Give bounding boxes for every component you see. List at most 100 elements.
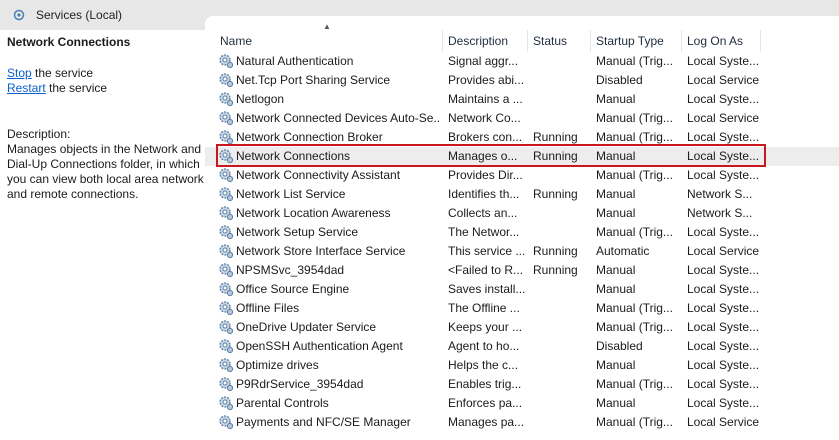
service-gear-icon [219, 301, 234, 316]
cell-name: Network Setup Service [236, 225, 359, 239]
cell-status [533, 375, 588, 394]
cell-logon: Local Syste... [687, 282, 760, 296]
cell-name: Payments and NFC/SE Manager [236, 415, 411, 429]
table-row[interactable]: Offline Files The Offline ... Manual (Trig… [205, 299, 839, 318]
column-header-row: Name Description Status Startup Type Log… [205, 30, 839, 52]
cell-status [533, 299, 588, 318]
cell-logon: Local Syste... [687, 339, 760, 353]
table-row[interactable]: OneDrive Updater Service Keeps your ... Ma… [205, 318, 839, 337]
table-row[interactable]: Network Setup Service The Networ... Manual… [205, 223, 839, 242]
column-header-name[interactable]: Name [215, 30, 443, 52]
cell-description: Provides abi... [448, 73, 525, 87]
service-gear-icon [219, 54, 234, 69]
service-description: Manages objects in the Network and Dial-… [7, 142, 204, 201]
column-header-log-on-as[interactable]: Log On As [682, 30, 761, 52]
cell-name: Offline Files [236, 301, 300, 315]
cell-description: Provides Dir... [448, 168, 523, 182]
cell-status [533, 90, 588, 109]
selected-service-heading: Network Connections [7, 35, 131, 49]
cell-status [533, 356, 588, 375]
service-gear-icon [219, 187, 234, 202]
cell-name: Office Source Engine [236, 282, 350, 296]
cell-logon: Local Service [687, 415, 760, 429]
cell-description: Manages pa... [448, 415, 525, 429]
cell-name: Network List Service [236, 187, 346, 201]
column-header-description[interactable]: Description [443, 30, 528, 52]
table-row[interactable]: Netlogon Maintains a ... Manual Local Syste… [205, 90, 839, 109]
cell-startup: Manual (Trig... [596, 225, 673, 239]
table-row[interactable]: Natural Authentication Signal aggr... Manu… [205, 52, 839, 71]
service-gear-icon [219, 282, 234, 297]
cell-status [533, 166, 588, 185]
cell-description: The Offline ... [448, 301, 520, 315]
table-row[interactable]: Network Connections Manages o... Running Ma… [205, 147, 839, 166]
service-gear-icon [219, 263, 234, 278]
table-row[interactable]: Office Source Engine Saves install... Manu… [205, 280, 839, 299]
cell-startup: Manual [596, 92, 636, 106]
cell-startup: Manual [596, 282, 636, 296]
table-row[interactable]: Network List Service Identifies th... Runn… [205, 185, 839, 204]
cell-status [533, 413, 588, 432]
restart-service-link[interactable]: Restart [7, 81, 46, 95]
cell-name: Network Location Awareness [236, 206, 391, 220]
table-row[interactable]: Net.Tcp Port Sharing Service Provides abi… [205, 71, 839, 90]
table-row[interactable]: NPSMSvc_3954dad <Failed to R... Running Man… [205, 261, 839, 280]
cell-logon: Local Syste... [687, 168, 760, 182]
stop-service-link[interactable]: Stop [7, 66, 32, 80]
cell-startup: Manual [596, 206, 636, 220]
cell-status [533, 71, 588, 90]
cell-status [533, 52, 588, 71]
table-row[interactable]: Network Store Interface Service This serv… [205, 242, 839, 261]
cell-description: Signal aggr... [448, 54, 519, 68]
table-row[interactable]: Optimize drives Helps the c... Manual Local… [205, 356, 839, 375]
cell-startup: Manual (Trig... [596, 320, 673, 334]
cell-startup: Manual (Trig... [596, 377, 673, 391]
cell-startup: Manual [596, 358, 636, 372]
table-row[interactable]: Parental Controls Enforces pa... Manual Loc… [205, 394, 839, 413]
cell-name: Network Connected Devices Auto-Se... [236, 111, 441, 125]
table-row[interactable]: Network Connectivity Assistant Provides D… [205, 166, 839, 185]
cell-name: P9RdrService_3954dad [236, 377, 364, 391]
cell-startup: Automatic [596, 244, 650, 258]
extended-details-pane: Network Connections Stop the service Res… [0, 30, 210, 440]
cell-name: OneDrive Updater Service [236, 320, 377, 334]
cell-logon: Local Syste... [687, 396, 760, 410]
cell-logon: Local Syste... [687, 358, 760, 372]
table-row[interactable]: Network Connection Broker Brokers con... R… [205, 128, 839, 147]
cell-description: Maintains a ... [448, 92, 523, 106]
column-header-status[interactable]: Status [528, 30, 591, 52]
service-gear-icon [219, 244, 234, 259]
cell-status [533, 337, 588, 356]
cell-logon: Network S... [687, 206, 753, 220]
table-row[interactable]: Network Location Awareness Collects an...… [205, 204, 839, 223]
cell-startup: Disabled [596, 73, 643, 87]
table-row[interactable]: Payments and NFC/SE Manager Manages pa...… [205, 413, 839, 432]
stop-action: Stop the service [7, 66, 93, 80]
cell-status: Running [533, 187, 578, 201]
cell-startup: Manual [596, 396, 636, 410]
cell-logon: Local Syste... [687, 263, 760, 277]
service-gear-icon [219, 149, 234, 164]
cell-startup: Manual (Trig... [596, 54, 673, 68]
stop-action-suffix: the service [31, 66, 94, 80]
cell-status: Running [533, 263, 578, 277]
service-gear-icon [219, 92, 234, 107]
cell-logon: Local Syste... [687, 377, 760, 391]
table-row[interactable]: P9RdrService_3954dad Enables trig... Manua… [205, 375, 839, 394]
cell-description: Identifies th... [448, 187, 520, 201]
cell-status [533, 109, 588, 128]
service-gear-icon [219, 130, 234, 145]
cell-logon: Network S... [687, 187, 753, 201]
column-header-startup-type[interactable]: Startup Type [591, 30, 682, 52]
table-row[interactable]: OpenSSH Authentication Agent Agent to ho.… [205, 337, 839, 356]
service-gear-icon [219, 358, 234, 373]
cell-logon: Local Syste... [687, 301, 760, 315]
cell-startup: Manual (Trig... [596, 111, 673, 125]
cell-description: Agent to ho... [448, 339, 520, 353]
cell-name: Netlogon [236, 92, 285, 106]
cell-logon: Local Service [687, 244, 760, 258]
cell-name: Natural Authentication [236, 54, 354, 68]
table-row[interactable]: Network Connected Devices Auto-Se... Netw… [205, 109, 839, 128]
cell-description: This service ... [448, 244, 526, 258]
services-list-pane[interactable]: ▲ Name Description Status Startup Type L… [205, 16, 839, 440]
